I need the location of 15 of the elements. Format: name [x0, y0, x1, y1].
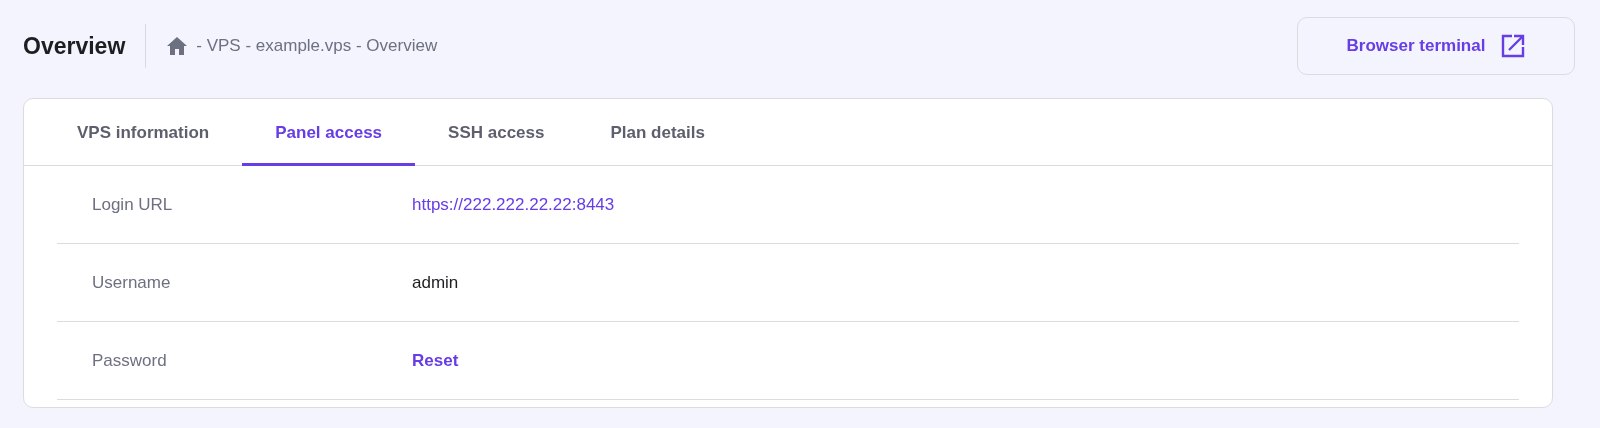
page-title: Overview [23, 24, 147, 68]
field-label: Login URL [91, 193, 174, 216]
field-label: Password [91, 349, 168, 372]
tab[interactable]: Plan details [577, 99, 738, 166]
home-icon[interactable] [166, 36, 189, 56]
tab[interactable]: Panel access [242, 99, 416, 166]
field-label: Username [91, 271, 172, 294]
browser-terminal-button[interactable]: Browser terminal [1297, 17, 1575, 75]
breadcrumb-path: - VPS - example.vps - Overview [196, 35, 438, 58]
tab[interactable]: VPS information [44, 99, 243, 166]
tab[interactable]: SSH access [415, 99, 578, 166]
external-link-icon [1501, 34, 1526, 58]
login-url-link[interactable]: https://222.222.22.22:8443 [412, 191, 615, 218]
field-value: admin [412, 271, 459, 294]
reset-button[interactable]: Reset [412, 347, 459, 374]
